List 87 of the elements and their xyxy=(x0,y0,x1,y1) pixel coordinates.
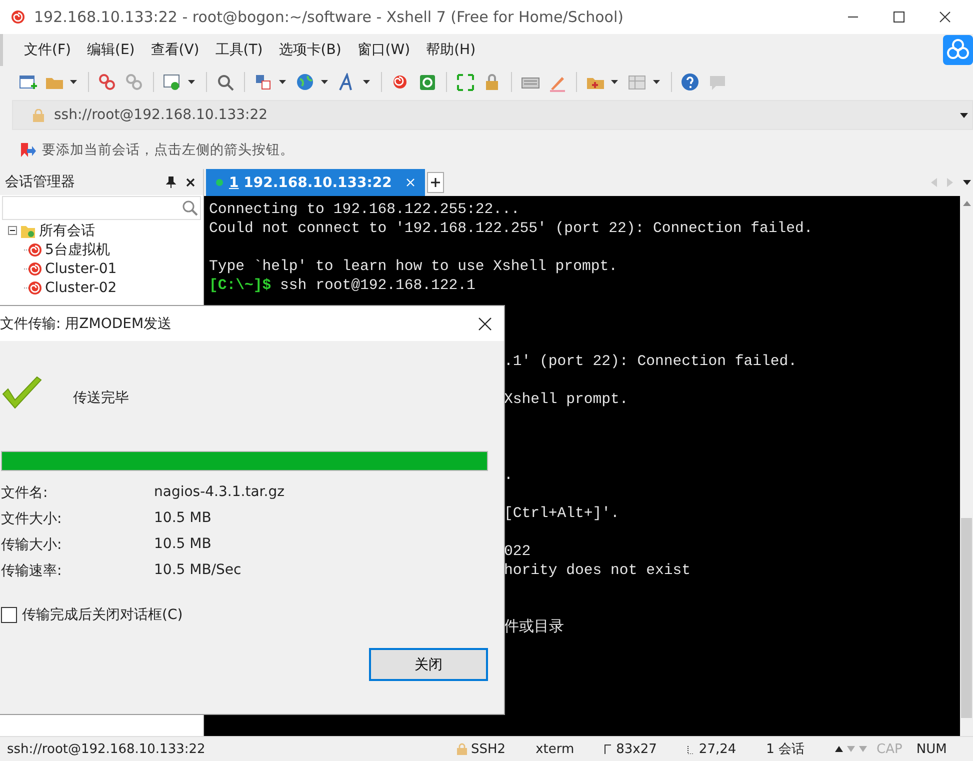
fullscreen-icon[interactable] xyxy=(456,72,475,92)
status-message: 传送完毕 xyxy=(73,389,129,407)
help-icon[interactable] xyxy=(681,72,700,92)
terminal-size: 83x27 xyxy=(616,742,657,756)
dropdown-caret-icon[interactable] xyxy=(653,80,660,84)
terminal-line: . xyxy=(504,468,513,484)
scroll-thumb[interactable] xyxy=(961,518,972,718)
session-icon xyxy=(24,260,42,276)
menu-item[interactable]: 文件(F) xyxy=(16,41,79,59)
dropdown-caret-icon[interactable] xyxy=(321,80,328,84)
terminal-line: Connecting to 192.168.122.255:22... xyxy=(209,202,520,218)
new-session-icon[interactable] xyxy=(18,72,37,92)
field-value: 10.5 MB xyxy=(154,510,212,528)
checkbox-label[interactable]: 传输完成后关闭对话框(C) xyxy=(22,606,183,624)
field-value: 10.5 MB/Sec xyxy=(154,562,242,580)
address-field[interactable]: ssh://root@192.168.10.133:22 xyxy=(12,100,973,130)
dropdown-caret-icon[interactable] xyxy=(279,80,286,84)
menu-item[interactable]: 查看(V) xyxy=(142,41,208,59)
session-icon xyxy=(24,242,42,258)
search-field[interactable] xyxy=(2,196,201,220)
menu-item[interactable]: 窗口(W) xyxy=(349,41,418,59)
cursor-position-icon xyxy=(686,744,695,754)
app-logo-icon xyxy=(10,9,26,25)
session-icon xyxy=(24,280,42,296)
globe-icon[interactable] xyxy=(296,72,315,92)
menu-item[interactable]: 工具(T) xyxy=(207,41,271,59)
bookmark-arrow-icon[interactable] xyxy=(20,142,36,158)
field-label: 文件名: xyxy=(1,484,49,502)
close-button[interactable]: 关闭 xyxy=(369,648,488,681)
cursor-position: 27,24 xyxy=(698,742,736,756)
terminal-line: Type `help' to learn how to use Xshell prompt. xyxy=(209,259,618,275)
lock-icon xyxy=(457,743,467,755)
cloud-icon[interactable] xyxy=(943,35,973,65)
tree-item[interactable]: 5台虚拟机 xyxy=(45,240,110,258)
search-icon xyxy=(182,200,198,216)
resize-icon xyxy=(604,744,612,754)
close-icon[interactable] xyxy=(939,11,951,23)
close-icon[interactable] xyxy=(478,316,492,330)
terminal-line: 件或目录 xyxy=(504,620,564,636)
field-value: nagios-4.3.1.tar.gz xyxy=(154,484,286,502)
status-address: ssh://root@192.168.10.133:22 xyxy=(6,742,206,756)
terminal-type: xterm xyxy=(536,742,574,756)
maximize-icon[interactable] xyxy=(893,11,905,23)
dropdown-caret-icon[interactable] xyxy=(363,80,370,84)
menu-item[interactable]: 编辑(E) xyxy=(78,41,143,59)
dropdown-caret-icon[interactable] xyxy=(70,80,77,84)
tree-item[interactable]: Cluster-01 xyxy=(45,260,117,276)
close-icon[interactable] xyxy=(186,178,195,186)
lock-icon xyxy=(33,108,44,122)
pin-icon[interactable] xyxy=(166,176,176,188)
add-tab-icon[interactable] xyxy=(426,172,444,193)
session-tab[interactable]: 1 192.168.10.133:22 xyxy=(206,169,425,196)
tab-label[interactable]: 1 192.168.10.133:22 xyxy=(229,174,392,190)
terminal-line: [Ctrl+Alt+]'. xyxy=(504,506,620,522)
tree-item[interactable]: 所有会话 xyxy=(39,222,95,240)
up-arrow-icon[interactable] xyxy=(834,746,843,752)
field-label: 文件大小: xyxy=(1,510,63,528)
terminal-line: .1' (port 22): Connection failed. xyxy=(504,354,798,370)
session-count: 1 会话 xyxy=(766,741,805,758)
menu-item[interactable]: 帮助(H) xyxy=(418,41,484,59)
dialog-title: 文件传输: 用ZMODEM发送 xyxy=(0,314,172,332)
panel-title: 会话管理器 xyxy=(5,173,76,191)
field-label: 传输大小: xyxy=(1,536,63,554)
field-label: 传输速率: xyxy=(1,562,63,580)
tree-item[interactable]: Cluster-02 xyxy=(45,280,117,296)
dropdown-caret-icon[interactable] xyxy=(188,80,195,84)
menu-item[interactable]: 选项卡(B) xyxy=(270,41,350,59)
terminal-line: Could not connect to '192.168.122.255' (port 22): Connection failed. xyxy=(209,221,813,237)
terminal-line: hority does not exist xyxy=(504,563,690,579)
field-value: 10.5 MB xyxy=(154,536,212,554)
search-icon[interactable] xyxy=(216,72,235,92)
shell-prompt: [C:\~]$ xyxy=(209,278,272,294)
hint-text: 要添加当前会话，点击左侧的箭头按钮。 xyxy=(42,141,294,159)
terminal-line: Xshell prompt. xyxy=(504,392,628,408)
dropdown-caret-icon[interactable] xyxy=(960,112,968,118)
command-text: ssh root@192.168.122.1 xyxy=(279,278,476,294)
window-title: 192.168.10.133:22 - root@bogon:~/software - Xshell 7 (Free for Home/School) xyxy=(34,8,624,26)
scrollbar[interactable] xyxy=(960,196,973,736)
dropdown-caret-icon[interactable] xyxy=(963,180,971,185)
key-indicator: NUM xyxy=(916,742,947,756)
dropdown-caret-icon[interactable] xyxy=(611,80,618,84)
protocol-label: SSH2 xyxy=(471,742,506,756)
collapse-icon[interactable] xyxy=(8,226,17,235)
terminal-line: 022 xyxy=(504,544,531,560)
checkbox[interactable] xyxy=(1,607,17,623)
checkmark-icon xyxy=(1,376,43,410)
key-indicator: CAP xyxy=(876,742,902,756)
